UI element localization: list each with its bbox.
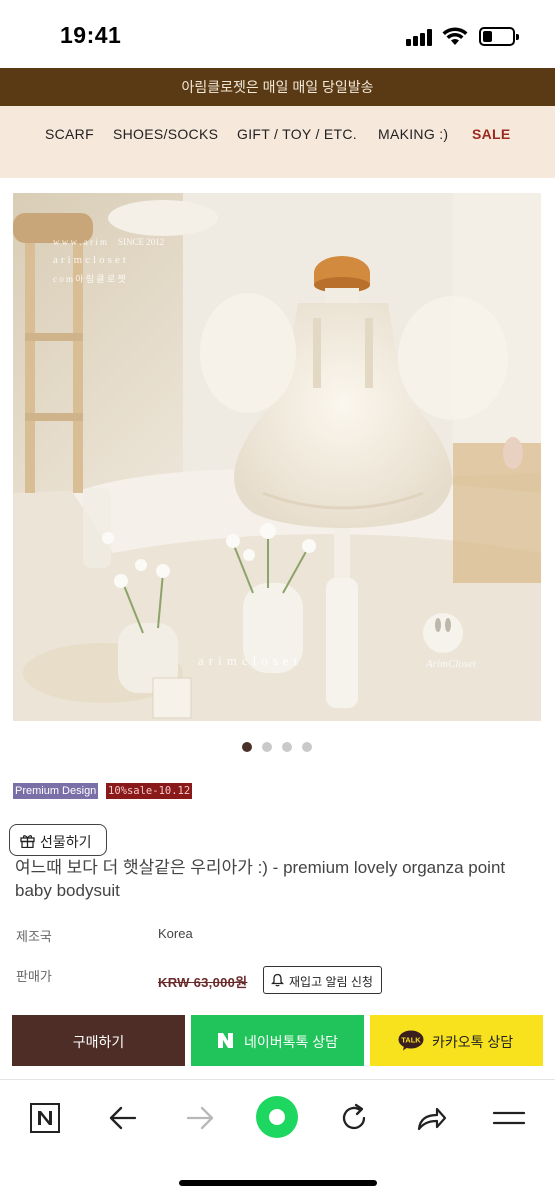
buy-button[interactable]: 구매하기: [12, 1015, 185, 1066]
carousel-dots: [0, 742, 555, 754]
menu-icon[interactable]: [487, 1096, 531, 1140]
origin-label: 제조국: [16, 929, 52, 944]
watermark-domain: c o m 아 림 클 로 젯: [53, 273, 126, 284]
battery-icon: [479, 27, 519, 46]
product-title: 여느때 보다 더 햇살같은 우리아가 :) - premium lovely o…: [15, 858, 506, 900]
origin-value: Korea: [158, 926, 193, 941]
logo-text: ArimCloset: [425, 658, 477, 670]
signal-icon: [406, 29, 434, 46]
share-icon[interactable]: [409, 1096, 453, 1140]
buy-button-label: 구매하기: [72, 1034, 125, 1050]
nav-item-sale[interactable]: SALE: [472, 126, 511, 142]
category-nav: SCARF SHOES/SOCKS GIFT / TOY / ETC. MAKI…: [0, 106, 555, 178]
carousel-dot-1[interactable]: [242, 742, 252, 752]
carousel-dot-2[interactable]: [262, 742, 272, 752]
naver-talk-label: 네이버톡톡 상담: [244, 1034, 339, 1050]
watermark-brand: arimcloset: [53, 254, 129, 266]
shipping-banner: 아림클로젯은 매일 매일 당일발송: [0, 68, 555, 106]
watermark-bottom: arimcloset: [198, 653, 302, 668]
price-value: KRW 63,000원: [158, 975, 248, 990]
naver-n-icon[interactable]: [23, 1096, 67, 1140]
status-bar: 19:41: [0, 0, 555, 68]
wifi-icon: [442, 27, 468, 45]
gift-icon: [20, 835, 35, 848]
product-photo: w w w . a r i m SINCE 2012 arimcloset c …: [13, 193, 541, 721]
home-indicator[interactable]: [179, 1180, 377, 1186]
premium-badge: Premium Design: [13, 783, 99, 799]
naver-talk-button[interactable]: 네이버톡톡 상담: [191, 1015, 364, 1066]
green-home-icon[interactable]: [255, 1095, 299, 1139]
product-image[interactable]: w w w . a r i m SINCE 2012 arimcloset c …: [13, 193, 541, 721]
bell-icon: [271, 973, 284, 987]
sale-badge: 10%sale-10.12: [106, 783, 193, 799]
gift-button[interactable]: 선물하기: [9, 824, 107, 856]
forward-arrow-icon[interactable]: [178, 1096, 222, 1140]
restock-label: 재입고 알림 신청: [289, 975, 373, 989]
status-time: 19:41: [60, 22, 122, 48]
nav-item-making[interactable]: MAKING :): [378, 126, 448, 142]
nav-item-shoes-socks[interactable]: SHOES/SOCKS: [113, 126, 218, 142]
refresh-icon[interactable]: [332, 1096, 376, 1140]
svg-text:TALK: TALK: [401, 1036, 421, 1045]
kakao-talk-button[interactable]: TALK 카카오톡 상담: [370, 1015, 543, 1066]
price-label: 판매가: [16, 969, 52, 984]
restock-alert-button[interactable]: 재입고 알림 신청: [263, 966, 382, 994]
carousel-dot-4[interactable]: [302, 742, 312, 752]
nav-item-gift-toy-etc[interactable]: GIFT / TOY / ETC.: [237, 126, 357, 142]
nav-item-scarf[interactable]: SCARF: [45, 126, 94, 142]
carousel-dot-3[interactable]: [282, 742, 292, 752]
kakao-talk-icon: TALK: [398, 1030, 424, 1051]
watermark-www: w w w . a r i m: [53, 237, 107, 247]
back-arrow-icon[interactable]: [101, 1096, 145, 1140]
watermark-since: SINCE 2012: [118, 237, 164, 247]
naver-n-icon: [218, 1033, 233, 1048]
gift-button-label: 선물하기: [40, 834, 92, 850]
kakao-talk-label: 카카오톡 상담: [432, 1034, 514, 1050]
logo-icon: [423, 613, 463, 653]
